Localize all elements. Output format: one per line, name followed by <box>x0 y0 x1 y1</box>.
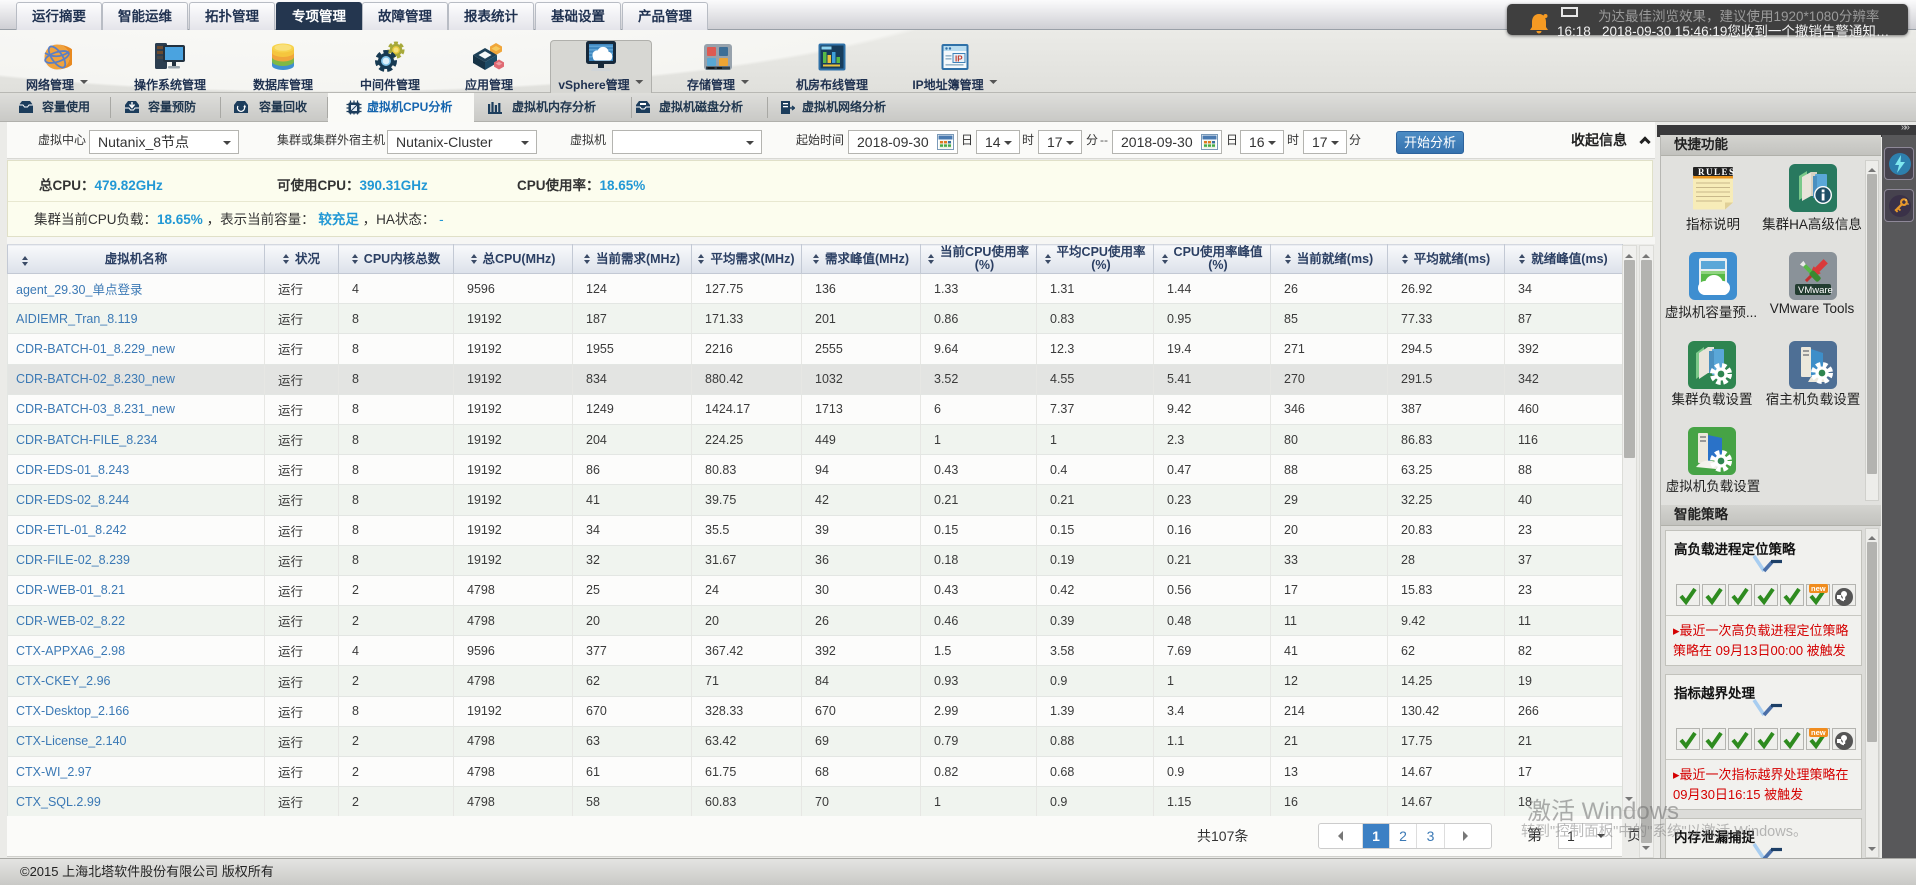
svg-text:IP: IP <box>955 55 963 64</box>
svg-text:VMware: VMware <box>1798 285 1833 296</box>
svg-text:RULES: RULES <box>1698 167 1736 177</box>
